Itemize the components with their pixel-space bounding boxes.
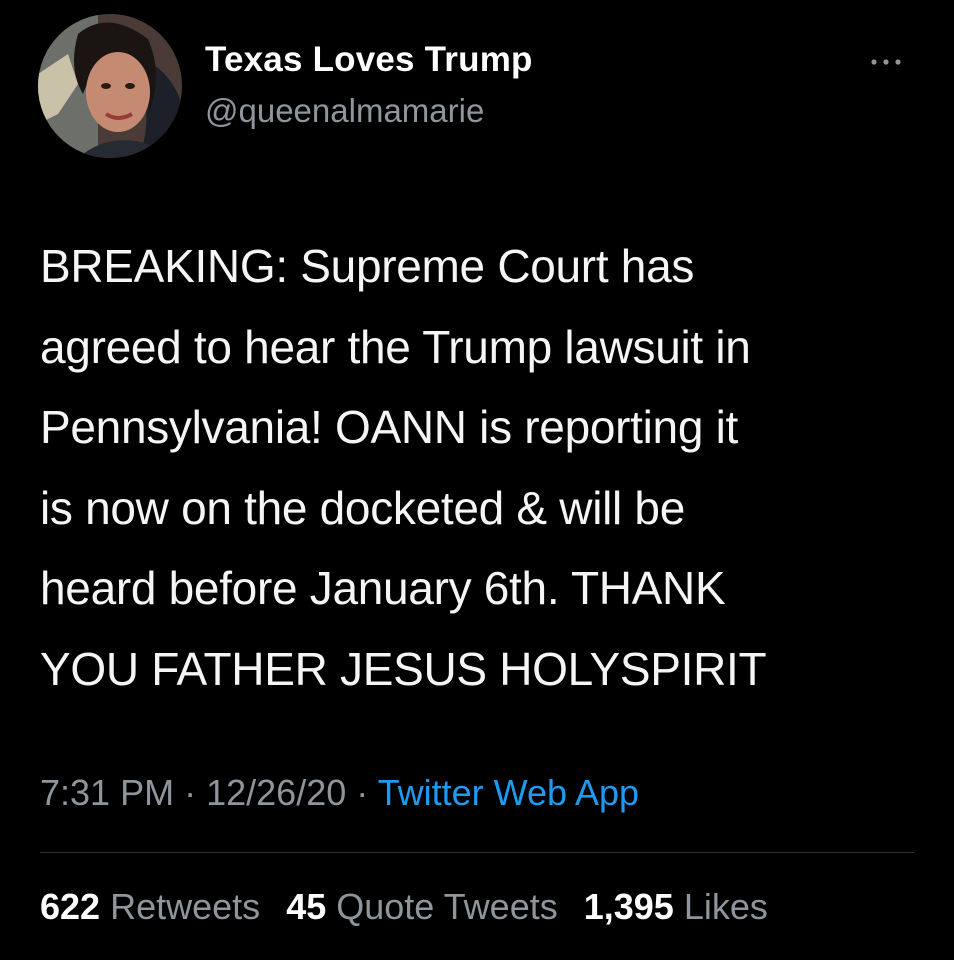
retweets-label: Retweets [110,886,261,927]
likes-count: 1,395 [583,886,674,927]
ellipsis-icon [871,59,901,65]
profile-photo-icon [38,14,182,158]
author-display-name[interactable]: Texas Loves Trump [205,40,533,80]
likes-label: Likes [683,886,768,927]
tweet-stats: 622 Retweets 45 Quote Tweets 1,395 Likes [40,886,784,928]
author-handle[interactable]: @queenalmamarie [205,92,484,130]
quotes-label: Quote Tweets [336,886,558,927]
retweets-stat[interactable]: 622 Retweets [40,886,260,927]
tweet-source-link[interactable]: Twitter Web App [378,772,639,813]
divider [40,852,914,853]
more-options-button[interactable] [864,50,908,74]
tweet-time[interactable]: 7:31 PM [40,772,174,813]
likes-stat[interactable]: 1,395 Likes [584,886,768,927]
quote-tweets-stat[interactable]: 45 Quote Tweets [286,886,558,927]
tweet: Texas Loves Trump @queenalmamarie BREAKI… [0,0,954,960]
tweet-text: BREAKING: Supreme Court has agreed to he… [40,240,767,695]
meta-separator: · [356,772,369,813]
quotes-count: 45 [286,886,327,927]
retweets-count: 622 [40,886,101,927]
meta-separator: · [184,772,197,813]
tweet-metadata: 7:31 PM · 12/26/20 · Twitter Web App [40,772,639,814]
avatar[interactable] [38,14,182,158]
tweet-date[interactable]: 12/26/20 [206,772,346,813]
